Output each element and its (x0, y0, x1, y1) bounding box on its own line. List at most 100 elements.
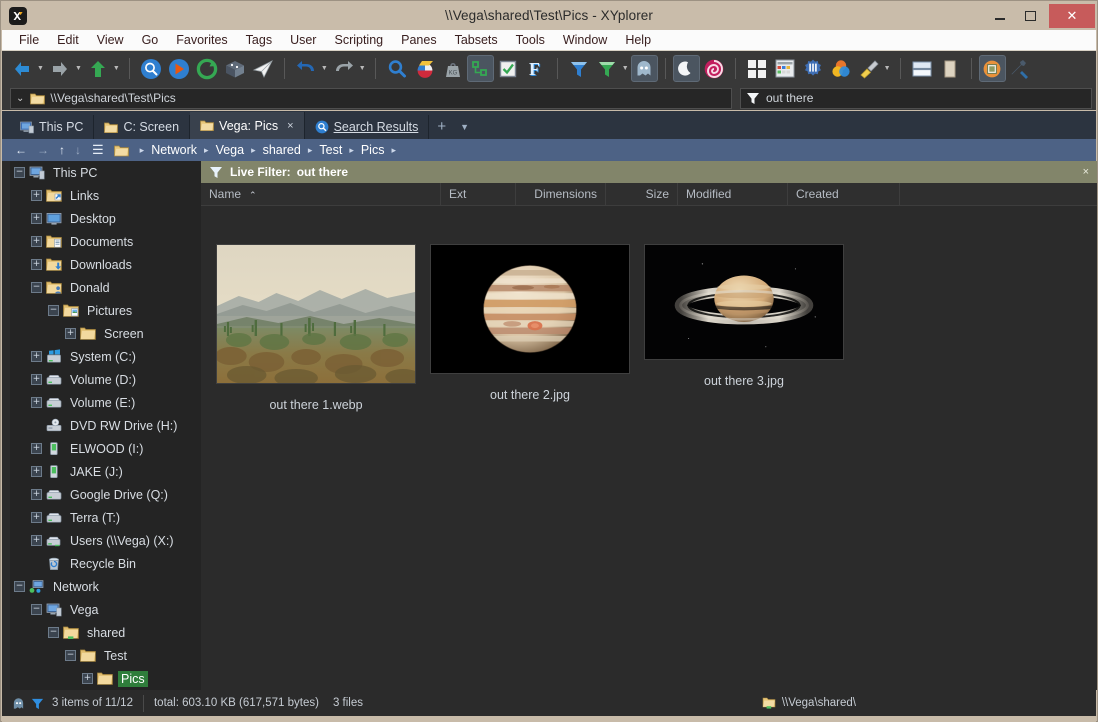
bold-f-filter-icon[interactable]: FF (522, 55, 550, 83)
tree-expand-icon[interactable]: + (82, 673, 93, 684)
tree-expand-icon[interactable]: + (31, 466, 42, 477)
menu-item-help[interactable]: Help (616, 30, 660, 51)
tree-node[interactable]: +Google Drive (Q:) (2, 483, 201, 506)
crumb-down-icon[interactable]: ↓ (70, 143, 86, 157)
tree-expand-icon[interactable]: + (31, 535, 42, 546)
menu-item-tabsets[interactable]: Tabsets (446, 30, 507, 51)
horizontal-panes-icon[interactable] (908, 55, 936, 83)
column-header-dimensions[interactable]: Dimensions (516, 183, 606, 206)
tree-expand-icon[interactable]: + (31, 397, 42, 408)
breadcrumb-menu-icon[interactable]: ☰ (86, 142, 110, 158)
undo-icon[interactable] (292, 55, 320, 83)
preview-icon[interactable] (979, 55, 1006, 82)
tree-node[interactable]: −Vega (2, 598, 201, 621)
tree-expand-icon[interactable]: + (31, 489, 42, 500)
redo-dropdown-caret[interactable]: ▼ (359, 65, 366, 72)
single-pane-icon[interactable] (936, 55, 964, 83)
live-filter-close-icon[interactable]: × (1083, 166, 1089, 178)
thumbnail-area[interactable]: out there 1.webp (201, 206, 1097, 689)
menu-item-tags[interactable]: Tags (237, 30, 281, 51)
tab-this-pc[interactable]: This PC (10, 115, 94, 139)
tab-c-screen[interactable]: C: Screen (94, 115, 190, 139)
run-script-icon[interactable] (165, 55, 193, 83)
tree-node[interactable]: DVD RW Drive (H:) (2, 414, 201, 437)
paintbrush-icon[interactable] (855, 55, 883, 83)
tree-node[interactable]: −shared (2, 621, 201, 644)
tree-node[interactable]: +Terra (T:) (2, 506, 201, 529)
menu-item-file[interactable]: File (10, 30, 48, 51)
search-icon[interactable] (383, 55, 411, 83)
branch-view-icon[interactable] (467, 55, 494, 82)
tree-expand-icon[interactable]: + (31, 190, 42, 201)
breadcrumb-item-pics[interactable]: Pics (361, 143, 385, 157)
tree-node[interactable]: +Documents (2, 230, 201, 253)
menu-item-edit[interactable]: Edit (48, 30, 88, 51)
tree-expand-icon[interactable]: + (31, 236, 42, 247)
redo-icon[interactable] (330, 55, 358, 83)
tree-node[interactable]: Recycle Bin (2, 552, 201, 575)
tree-expand-icon[interactable]: + (31, 213, 42, 224)
tab-close-icon[interactable]: × (287, 120, 293, 132)
menu-item-window[interactable]: Window (554, 30, 616, 51)
menu-item-go[interactable]: Go (133, 30, 168, 51)
tree-expand-icon[interactable]: + (31, 374, 42, 385)
spiral-icon[interactable] (700, 55, 728, 83)
column-header-modified[interactable]: Modified (678, 183, 788, 206)
filter-dropdown-caret[interactable]: ▼ (622, 65, 629, 72)
paper-plane-icon[interactable] (249, 55, 277, 83)
file-item[interactable]: out there 2.jpg (423, 244, 637, 412)
tree-node[interactable]: −Network (2, 575, 201, 598)
tree-node[interactable]: −Test (2, 644, 201, 667)
weight-icon[interactable]: KG (439, 55, 467, 83)
ghost-icon[interactable] (631, 55, 658, 82)
tab-vega-pics[interactable]: Vega: Pics × (190, 112, 305, 139)
back-icon[interactable] (8, 55, 36, 83)
thumbnails-icon[interactable] (743, 55, 771, 83)
tree-expand-icon[interactable]: + (31, 512, 42, 523)
moon-icon[interactable] (673, 55, 700, 82)
close-button[interactable]: ✕ (1049, 4, 1095, 28)
search-bar[interactable]: out there (740, 88, 1092, 109)
configuration-icon[interactable] (1006, 55, 1034, 83)
tree-node[interactable]: +Volume (D:) (2, 368, 201, 391)
tree-node[interactable]: +Volume (E:) (2, 391, 201, 414)
file-item[interactable]: out there 3.jpg (637, 244, 851, 412)
up-dropdown-caret[interactable]: ▼ (113, 65, 120, 72)
folder-icon[interactable] (110, 144, 133, 157)
tree-node[interactable]: −This PC (2, 161, 201, 184)
pie-report-icon[interactable] (411, 55, 439, 83)
tree-expand-icon[interactable]: + (31, 443, 42, 454)
tree-collapse-icon[interactable]: − (48, 305, 59, 316)
menu-item-panes[interactable]: Panes (392, 30, 445, 51)
menu-item-scripting[interactable]: Scripting (325, 30, 392, 51)
tree-collapse-icon[interactable]: − (14, 581, 25, 592)
up-icon[interactable] (84, 55, 112, 83)
color-filters-icon[interactable] (827, 55, 855, 83)
find-files-icon[interactable] (137, 55, 165, 83)
ghost-icon[interactable] (12, 697, 25, 710)
crumb-up-icon[interactable]: ↑ (54, 143, 70, 157)
tree-expand-icon[interactable]: + (31, 259, 42, 270)
forward-icon[interactable] (46, 55, 74, 83)
badge-icon[interactable] (799, 55, 827, 83)
file-item[interactable]: out there 1.webp (209, 244, 423, 412)
column-header-ext[interactable]: Ext (441, 183, 516, 206)
filter-icon[interactable] (31, 697, 44, 710)
tree-collapse-icon[interactable]: − (48, 627, 59, 638)
back-dropdown-caret[interactable]: ▼ (37, 65, 44, 72)
breadcrumb-item-shared[interactable]: shared (263, 143, 301, 157)
breadcrumb-item-network[interactable]: Network (151, 143, 197, 157)
tree-collapse-icon[interactable]: − (31, 604, 42, 615)
tree-collapse-icon[interactable]: − (31, 282, 42, 293)
file-thumbnail[interactable] (216, 244, 416, 384)
filter-blue-icon[interactable] (565, 55, 593, 83)
file-thumbnail[interactable] (430, 244, 630, 374)
tree-collapse-icon[interactable]: − (14, 167, 25, 178)
column-header-size[interactable]: Size (606, 183, 678, 206)
tree-node[interactable]: +Desktop (2, 207, 201, 230)
breadcrumb-item-test[interactable]: Test (319, 143, 342, 157)
details-view-icon[interactable] (771, 55, 799, 83)
tab-search-results[interactable]: Search Results (305, 115, 430, 139)
crumb-forward-icon[interactable]: → (32, 143, 54, 157)
menu-item-tools[interactable]: Tools (507, 30, 554, 51)
